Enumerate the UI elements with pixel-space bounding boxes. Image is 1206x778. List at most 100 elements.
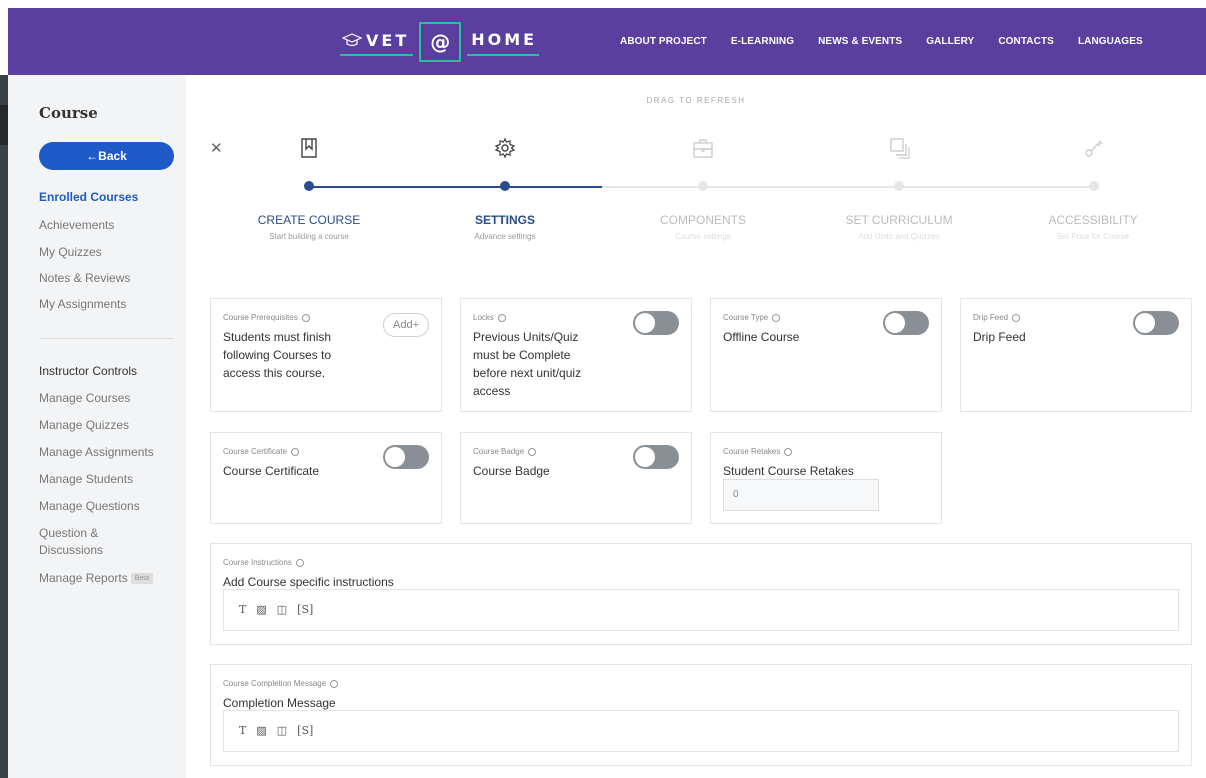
columns-icon[interactable]: ◫ [277,724,287,737]
card-value: Previous Units/Quiz must be Complete bef… [473,328,581,400]
sidebar-item-my-quizzes[interactable]: My Quizzes [39,245,102,259]
beta-badge: Beta [130,573,154,585]
card-course-retakes: Course Retakes Student Course Retakes 0 [710,432,942,524]
sidebar-title: Course [39,104,98,122]
card-value: Course Certificate [223,462,319,480]
text-format-icon[interactable]: T [239,724,246,737]
sidebar-item-manage-students[interactable]: Manage Students [39,472,133,486]
sidebar-item-my-assignments[interactable]: My Assignments [39,297,126,311]
step-title-components[interactable]: COMPONENTS [613,213,793,227]
step-title-settings[interactable]: SETTINGS [415,213,595,227]
sidebar-item-enrolled-courses[interactable]: Enrolled Courses [39,190,138,204]
sidebar-item-notes-reviews[interactable]: Notes & Reviews [39,271,130,285]
text-format-icon[interactable]: T [239,603,246,616]
sidebar-item-manage-quizzes[interactable]: Manage Quizzes [39,418,129,432]
sidebar-item-manage-questions[interactable]: Manage Questions [39,499,140,513]
help-icon[interactable] [784,447,793,456]
editor-toolbar: T ▨ ◫ [S] [239,724,313,737]
nav-languages[interactable]: LANGUAGES [1078,36,1143,47]
card-label: Course Type [723,313,769,322]
step-title-set-curriculum[interactable]: SET CURRICULUM [809,213,989,227]
add-prerequisite-button[interactable]: Add+ [383,313,429,337]
logo-text-vet: VET [366,30,410,50]
card-label: Course Retakes [723,447,781,456]
card-course-prerequisites: Course Prerequisites Students must finis… [210,298,442,412]
nav-contacts[interactable]: CONTACTS [998,36,1054,47]
value-line: must be Complete [473,348,571,362]
help-icon[interactable] [291,447,300,456]
step-subtitle-accessibility: Set Price for Course [1056,232,1130,241]
card-course-certificate: Course Certificate Course Certificate [210,432,442,524]
columns-icon[interactable]: ◫ [277,603,287,616]
site-logo[interactable]: VET @ HOME [340,21,540,63]
sidebar-item-question-discussions-line2[interactable]: Discussions [39,543,103,557]
help-icon[interactable] [330,679,339,688]
card-value: Student Course Retakes [723,462,854,480]
card-label: Course Prerequisites [223,313,298,322]
sidebar-item-manage-reports[interactable]: Manage Reports Beta [39,571,154,585]
instructions-editor[interactable]: T ▨ ◫ [S] [223,589,1179,631]
value-line: before next unit/quiz [473,366,582,380]
back-button[interactable]: ←Back [39,142,174,170]
card-value: Offline Course [723,328,799,346]
step-dot-set-curriculum [894,181,904,191]
image-icon[interactable]: ▨ [256,603,266,616]
completion-editor[interactable]: T ▨ ◫ [S] [223,710,1179,752]
step-title-create-course[interactable]: CREATE COURSE [219,213,399,227]
help-icon[interactable] [772,313,781,322]
card-label: Course Instructions [223,558,292,567]
nav-news-events[interactable]: NEWS & EVENTS [818,36,902,47]
card-course-completion-message: Course Completion Message Completion Mes… [210,664,1192,766]
help-icon[interactable] [301,313,310,322]
step-dot-accessibility [1089,181,1099,191]
image-icon[interactable]: ▨ [256,724,266,737]
card-course-type: Course Type Offline Course [710,298,942,412]
graduation-cap-icon [342,33,362,47]
step-subtitle-create-course: Start building a course [269,232,349,241]
nav-about-project[interactable]: ABOUT PROJECT [620,36,707,47]
bookmark-icon[interactable] [297,137,321,161]
value-line: Student Course Retakes [723,464,854,478]
value-line: Course Badge [473,464,550,478]
retakes-input[interactable]: 0 [723,479,879,511]
certificate-toggle[interactable] [383,445,429,469]
nav-gallery[interactable]: GALLERY [926,36,974,47]
card-label: Course Completion Message [223,679,327,688]
drip-feed-toggle[interactable] [1133,311,1179,335]
left-edge-strip [0,75,8,778]
card-label: Locks [473,313,494,322]
badge-toggle[interactable] [633,445,679,469]
sidebar-item-achievements[interactable]: Achievements [39,218,114,232]
key-icon[interactable] [1082,137,1106,161]
shortcode-icon[interactable]: [S] [297,603,313,616]
logo-at-symbol: @ [419,22,462,62]
card-value: Course Badge [473,462,550,480]
card-value: Drip Feed [973,328,1026,346]
help-icon[interactable] [528,447,537,456]
value-line: following Courses to [223,348,332,362]
step-title-accessibility[interactable]: ACCESSIBILITY [1003,213,1183,227]
nav-e-learning[interactable]: E-LEARNING [731,36,794,47]
sidebar-item-manage-assignments[interactable]: Manage Assignments [39,445,154,459]
briefcase-icon[interactable] [691,137,715,161]
sidebar-item-question-discussions-line1[interactable]: Question & [39,526,98,540]
sidebar: Course ←Back Enrolled Courses Achievemen… [8,75,200,778]
help-icon[interactable] [497,313,506,322]
course-type-toggle[interactable] [883,311,929,335]
value-line: Previous Units/Quiz [473,330,579,344]
shortcode-icon[interactable]: [S] [297,724,313,737]
help-icon[interactable] [1012,313,1021,322]
locks-toggle[interactable] [633,311,679,335]
step-dot-settings [500,181,510,191]
sidebar-item-manage-courses[interactable]: Manage Courses [39,391,130,405]
stepper-track-pending [602,186,1094,188]
help-icon[interactable] [295,558,304,567]
copy-icon[interactable] [888,137,912,161]
gear-icon[interactable] [493,137,517,161]
logo-text-home: HOME [471,30,538,49]
step-subtitle-set-curriculum: Add Units and Quizzes [858,232,940,241]
sidebar-divider [39,338,174,339]
card-course-instructions: Course Instructions Add Course specific … [210,543,1192,645]
card-label: Drip Feed [973,313,1009,322]
close-icon[interactable]: ✕ [210,139,223,157]
